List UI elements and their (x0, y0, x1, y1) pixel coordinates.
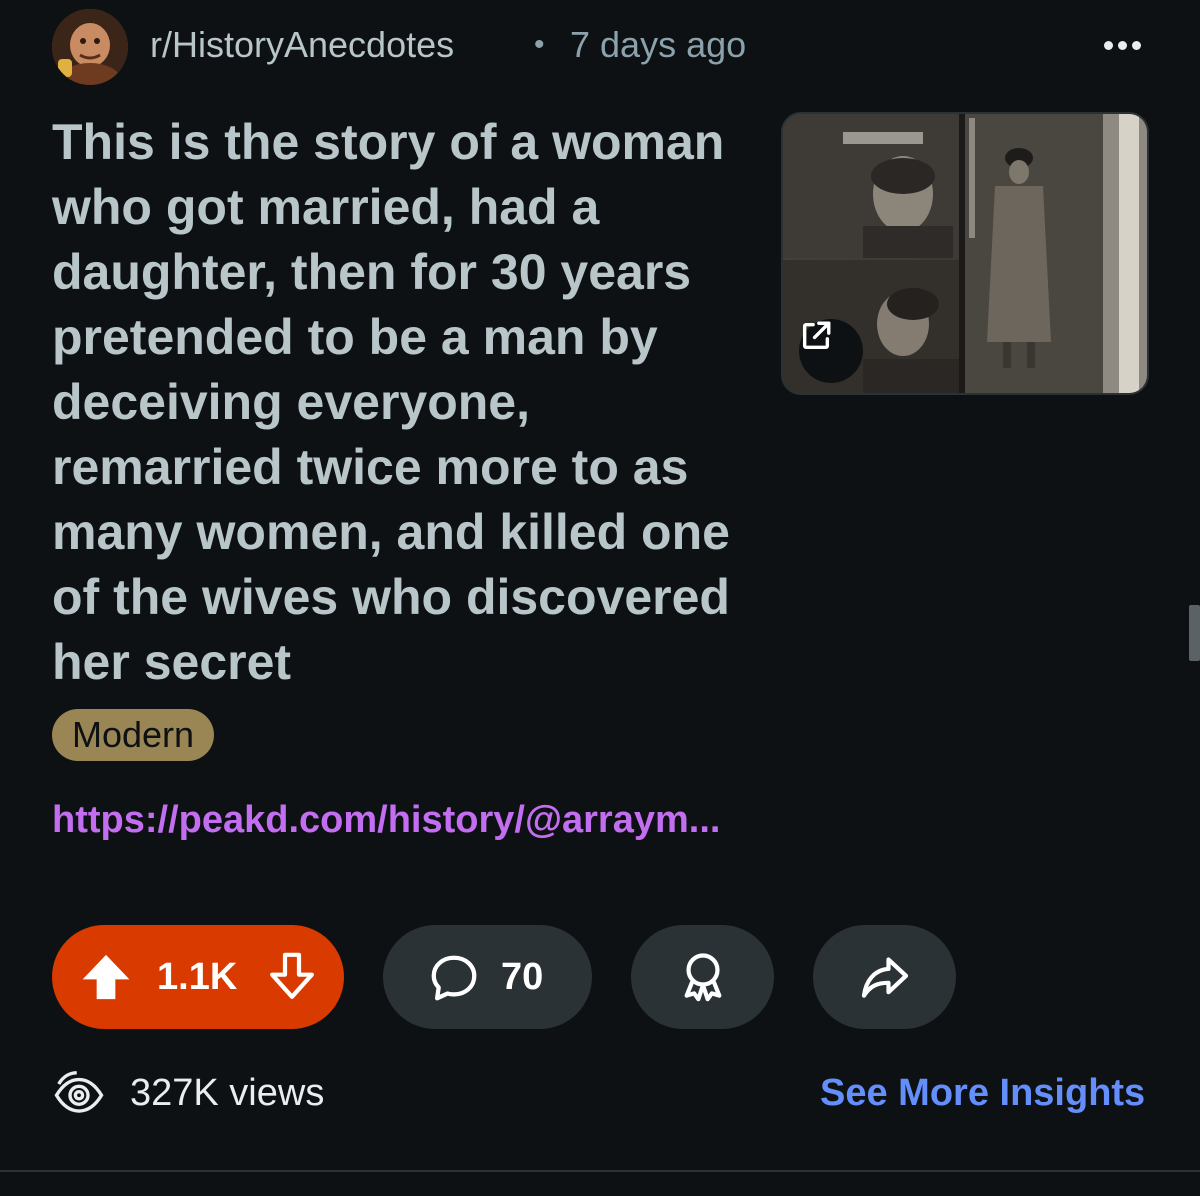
view-count: 327K views (130, 1072, 325, 1114)
post-card: r/HistoryAnecdotes • 7 days ago This is … (0, 0, 1200, 1196)
award-icon (684, 953, 722, 1002)
dot (1117, 40, 1127, 50)
vote-bar: 1.1K (52, 925, 344, 1029)
subreddit-avatar[interactable] (52, 9, 128, 85)
scrollbar-thumb[interactable] (1189, 605, 1200, 661)
divider (0, 1170, 1200, 1172)
share-button[interactable] (813, 925, 956, 1029)
post-title[interactable]: This is the story of a woman who got mar… (52, 110, 772, 695)
comment-icon (431, 955, 477, 1001)
post-link[interactable]: https://peakd.com/history/@arraym... (52, 795, 720, 845)
views-icon (54, 1071, 104, 1113)
upvote-icon[interactable] (78, 949, 134, 1005)
vote-count: 1.1K (157, 956, 238, 998)
external-link-icon[interactable] (799, 319, 863, 383)
post-timestamp: 7 days ago (570, 24, 747, 65)
comment-count: 70 (501, 956, 544, 998)
post-flair[interactable]: Modern (52, 709, 215, 761)
separator-dot: • (534, 28, 545, 61)
post-thumbnail[interactable] (781, 112, 1149, 395)
downvote-icon[interactable] (264, 949, 320, 1005)
dot (1103, 40, 1113, 50)
more-options-icon[interactable] (1092, 22, 1152, 68)
share-icon (861, 957, 909, 998)
subreddit-name[interactable]: r/HistoryAnecdotes (150, 22, 454, 68)
dot (1131, 40, 1141, 50)
see-more-insights-link[interactable]: See More Insights (820, 1068, 1145, 1118)
comments-button[interactable]: 70 (383, 925, 592, 1029)
award-button[interactable] (631, 925, 774, 1029)
